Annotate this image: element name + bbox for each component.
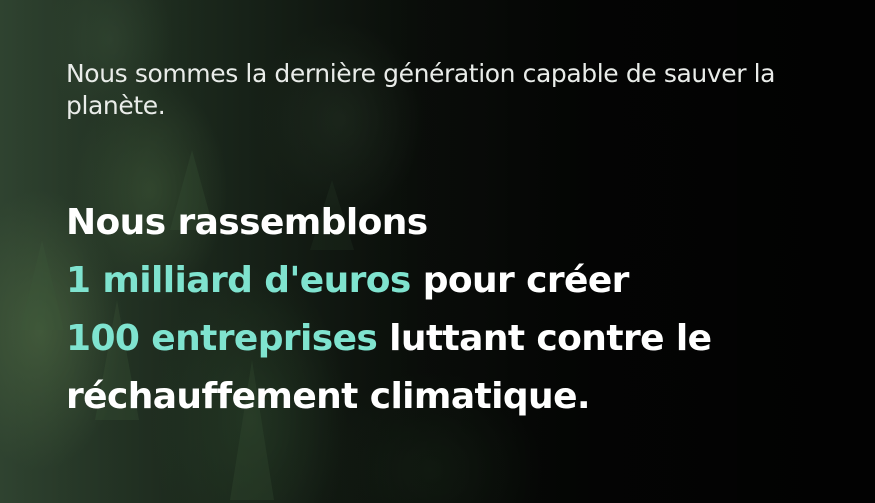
hero-headline: Nous rassemblons 1 milliard d'euros pour… <box>66 194 846 426</box>
hero-section: Nous sommes la dernière génération capab… <box>0 0 875 503</box>
headline-line-2-rest: pour créer <box>410 260 630 301</box>
hero-content: Nous sommes la dernière génération capab… <box>66 58 846 426</box>
hero-intro-text: Nous sommes la dernière génération capab… <box>66 59 776 120</box>
headline-line-3-rest: luttant contre le <box>377 318 712 359</box>
headline-line-4: réchauffement climatique. <box>66 376 591 417</box>
forest-tree-shape <box>20 240 64 330</box>
headline-line-3: 100 entreprises luttant contre le <box>66 310 846 368</box>
headline-line-2: 1 milliard d'euros pour créer <box>66 252 846 310</box>
headline-company-count: 100 entreprises <box>66 318 378 359</box>
headline-funding-amount: 1 milliard d'euros <box>66 260 411 301</box>
headline-line-1: Nous rassemblons <box>66 202 428 243</box>
